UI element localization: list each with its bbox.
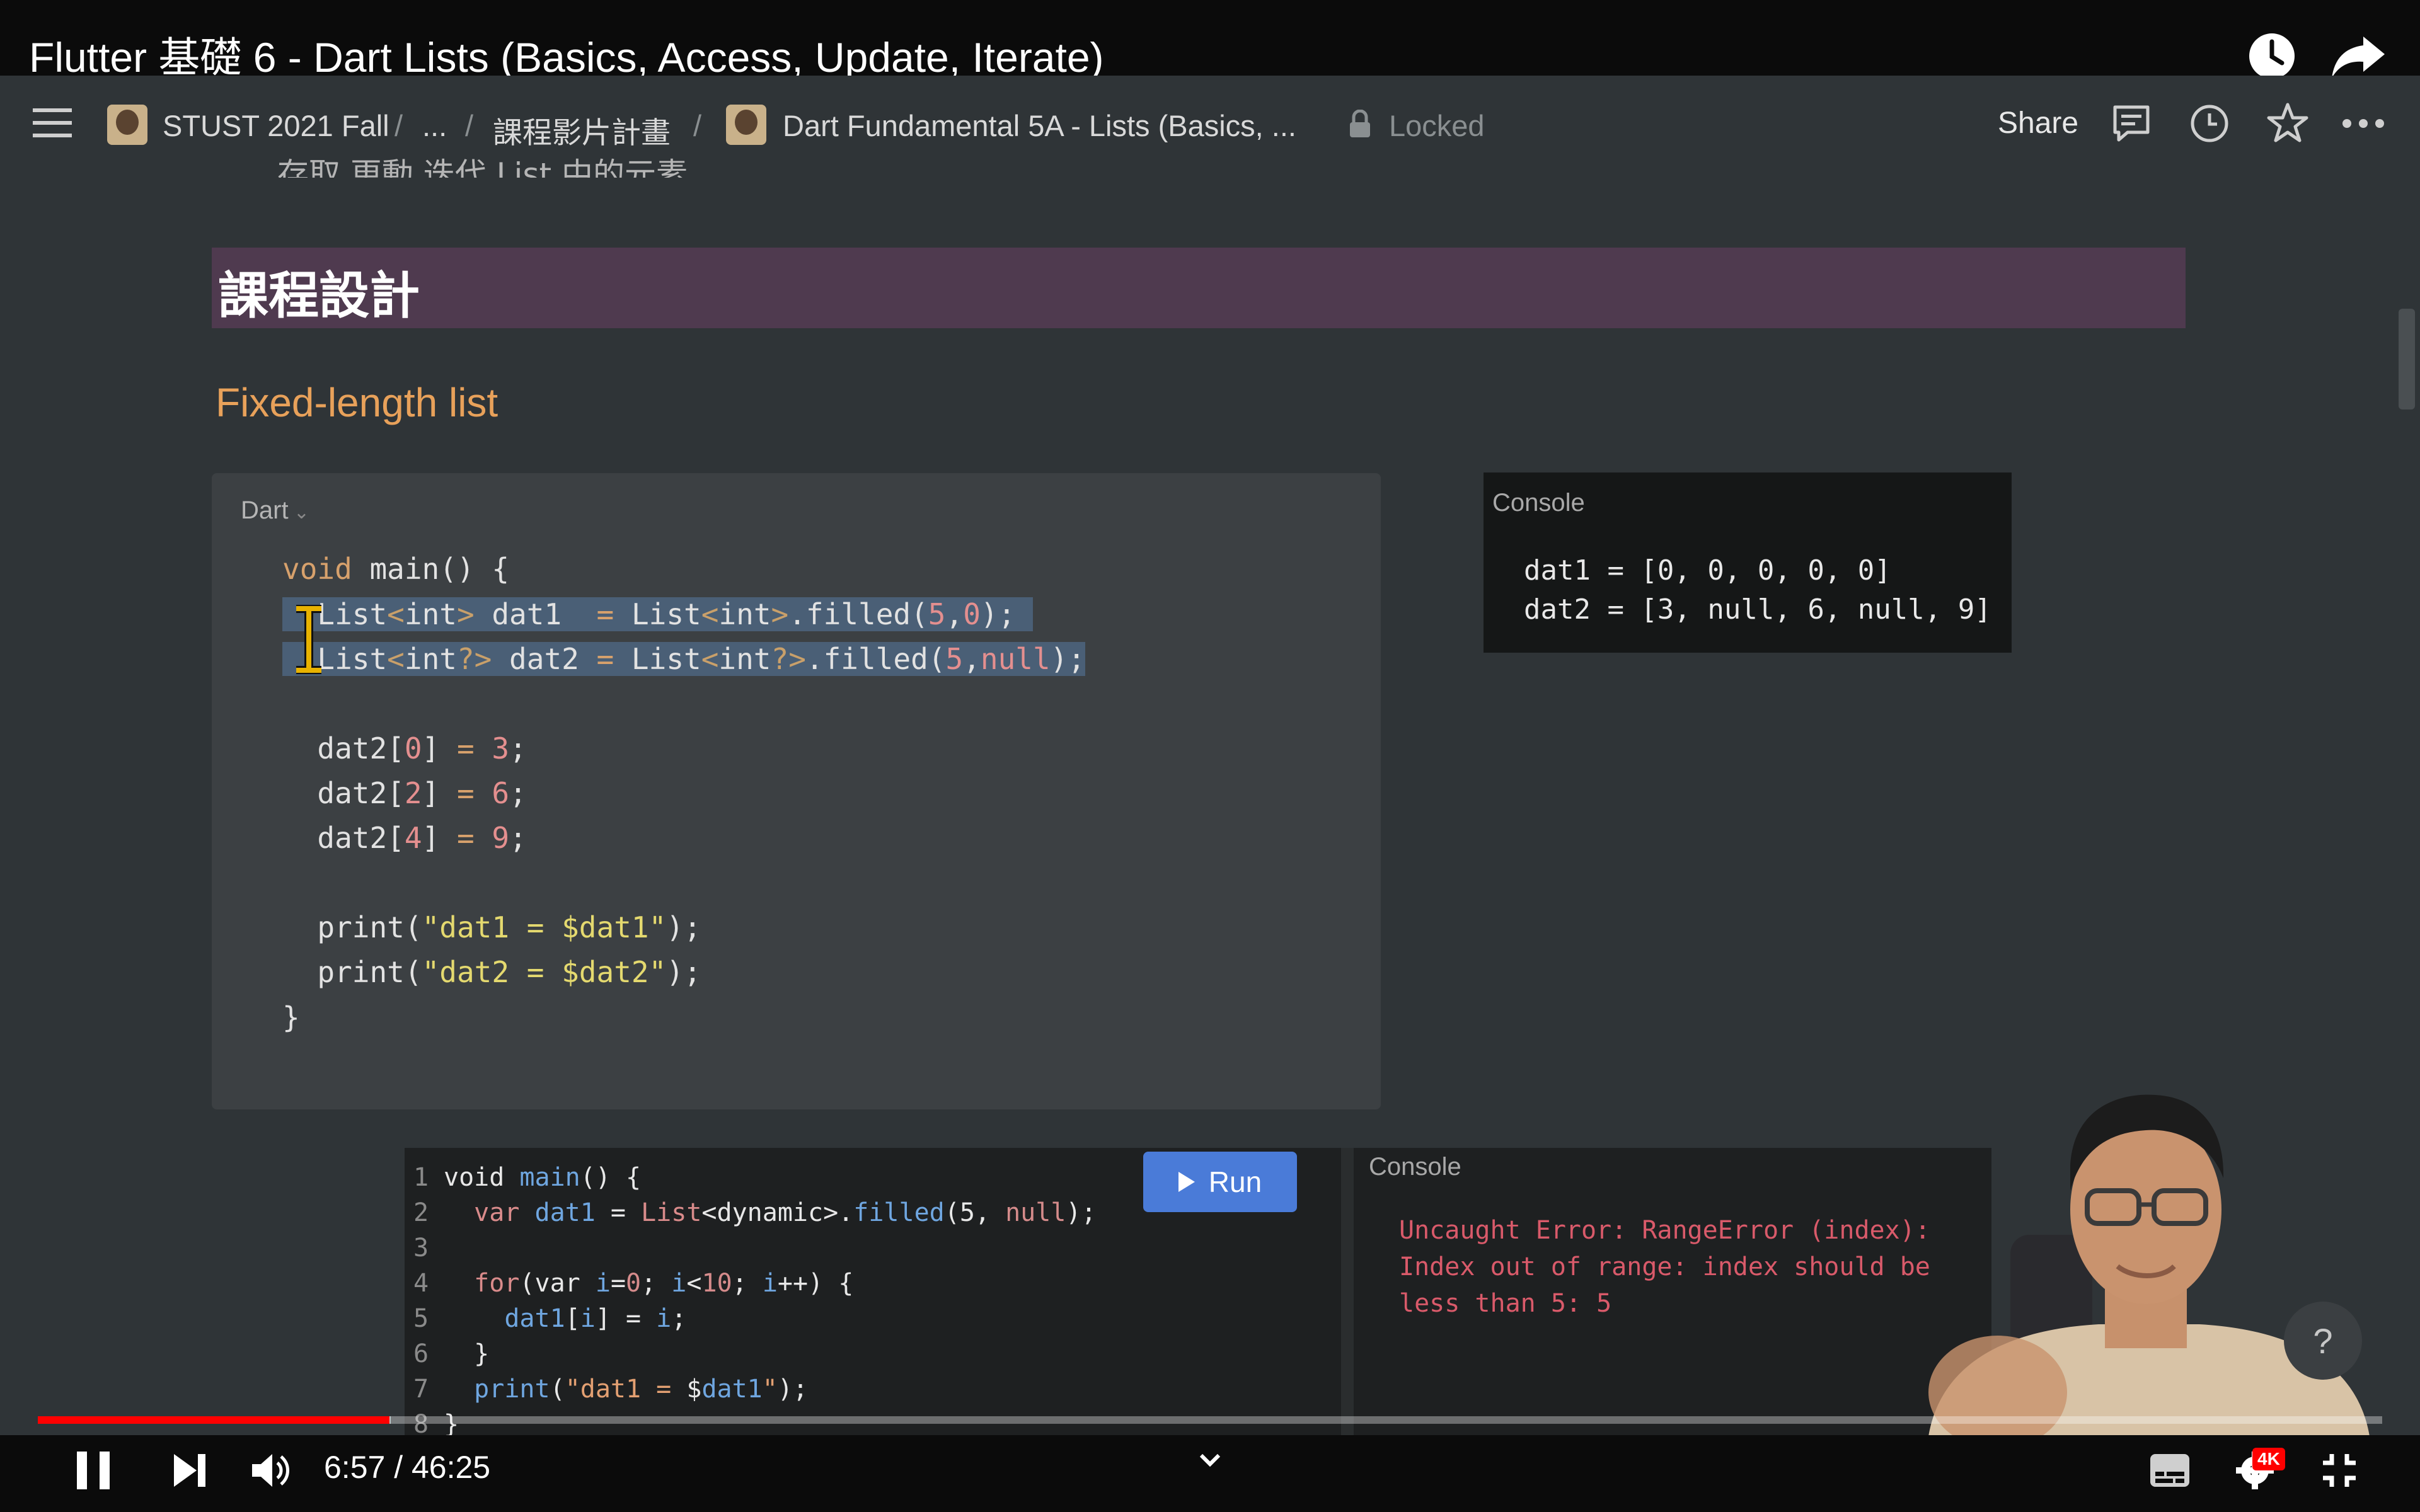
- run-button[interactable]: Run: [1143, 1152, 1297, 1212]
- pause-icon[interactable]: [76, 1450, 111, 1491]
- code-line: }: [282, 1000, 300, 1034]
- run-label: Run: [1208, 1166, 1262, 1198]
- volume-icon[interactable]: [251, 1452, 291, 1489]
- progress-played[interactable]: [38, 1416, 389, 1424]
- exit-fullscreen-icon[interactable]: [2322, 1453, 2357, 1488]
- scrollbar-thumb[interactable]: [2399, 309, 2415, 410]
- subsection-heading: Fixed-length list: [216, 380, 498, 425]
- help-button[interactable]: ?: [2284, 1302, 2362, 1380]
- page-avatar: [726, 105, 766, 145]
- chevron-down-icon[interactable]: [1197, 1452, 1223, 1469]
- line-number: 6: [413, 1339, 429, 1368]
- heading-highlight: [212, 248, 2186, 328]
- favorite-star-icon[interactable]: [2266, 102, 2309, 144]
- next-video-icon[interactable]: [171, 1452, 208, 1489]
- code-line: List<int?> dat2 = List<int?>.filled(5,nu…: [282, 642, 1086, 676]
- line-number: 7: [413, 1375, 429, 1404]
- locked-label[interactable]: Locked: [1389, 108, 1485, 143]
- comments-icon[interactable]: [2111, 103, 2152, 144]
- breadcrumb-separator: /: [693, 109, 702, 142]
- share-button[interactable]: Share: [1998, 106, 2078, 140]
- code-line: List<int> dat1 = List<int>.filled(5,0);: [282, 597, 1033, 631]
- more-options-icon[interactable]: [2342, 117, 2385, 130]
- partially-visible-text: 存取,更動,迭代 List 中的元素: [277, 156, 688, 178]
- history-icon[interactable]: [2189, 103, 2230, 144]
- section-heading: 課程設計: [218, 266, 420, 325]
- subtitles-icon[interactable]: [2149, 1453, 2191, 1488]
- dartpad-code-line: var dat1 = List<dynamic>.filled(5, null)…: [474, 1198, 1097, 1227]
- code-line: print("dat1 = $dat1");: [282, 910, 701, 944]
- line-number: 4: [413, 1269, 429, 1298]
- share-arrow-icon[interactable]: [2331, 34, 2386, 79]
- console-label: Console: [1492, 489, 1585, 517]
- quality-badge: 4K: [2252, 1448, 2285, 1470]
- console-output-line: dat1 = [0, 0, 0, 0, 0]: [1524, 554, 1891, 587]
- code-line: dat2[0] = 3;: [282, 731, 527, 765]
- console-output-line: dat2 = [3, null, 6, null, 9]: [1524, 593, 1991, 626]
- error-line: Uncaught Error: RangeError (index):: [1399, 1216, 1930, 1245]
- breadcrumb-item-current-page[interactable]: Dart Fundamental 5A - Lists (Basics, ...: [783, 108, 1296, 143]
- breadcrumb-separator: /: [395, 109, 403, 142]
- line-number: 1: [413, 1163, 429, 1192]
- code-line: print("dat2 = $dat2");: [282, 955, 701, 989]
- code-language-label: Dart: [241, 496, 289, 524]
- line-number: 5: [413, 1304, 429, 1333]
- chevron-down-icon: ⌄: [288, 502, 310, 523]
- menu-icon[interactable]: [33, 106, 72, 140]
- error-line: Index out of range: index should be: [1399, 1252, 1930, 1281]
- breadcrumb-item-ellipsis[interactable]: ...: [422, 108, 447, 143]
- code-line: void main() {: [282, 552, 510, 586]
- lock-icon: [1349, 109, 1371, 139]
- code-line: dat2[2] = 6;: [282, 776, 527, 810]
- dartpad-console-label: Console: [1369, 1153, 1461, 1181]
- dartpad-code-line: dat1[i] = i;: [504, 1304, 687, 1333]
- code-line: dat2[4] = 9;: [282, 821, 527, 855]
- breadcrumb-separator: /: [465, 109, 474, 142]
- watch-later-icon[interactable]: [2247, 32, 2296, 81]
- dartpad-code-line: for(var i=0; i<10; i++) {: [474, 1269, 854, 1298]
- dartpad-code-line: void main() {: [444, 1163, 642, 1192]
- line-number: 3: [413, 1234, 429, 1263]
- play-icon: [1178, 1172, 1195, 1192]
- dartpad-code-line: print("dat1 = $dat1");: [474, 1375, 809, 1404]
- presenter-webcam: [1916, 1090, 2382, 1449]
- dartpad-code-line: }: [444, 1339, 490, 1368]
- dartpad-divider[interactable]: [1341, 1148, 1354, 1436]
- time-display: 6:57 / 46:25: [324, 1450, 491, 1485]
- code-language-selector[interactable]: Dart ⌄: [241, 496, 309, 525]
- text-cursor-icon: [290, 604, 328, 675]
- breadcrumb-item-workspace[interactable]: STUST 2021 Fall: [163, 108, 389, 143]
- workspace-avatar: [107, 105, 147, 145]
- line-number: 2: [413, 1198, 429, 1227]
- error-line: less than 5: 5: [1399, 1289, 1612, 1318]
